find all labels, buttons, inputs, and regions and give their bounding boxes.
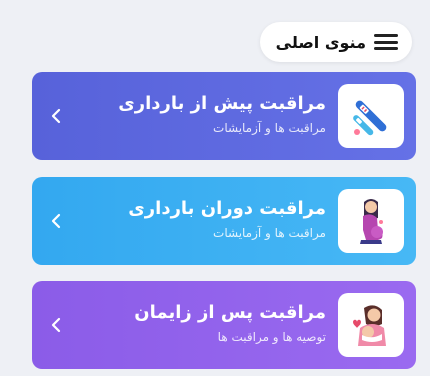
mother-baby-icon [353,305,386,346]
chevron-left-icon [50,211,62,231]
chevron-left-icon [50,106,62,126]
card-subtitle: توصیه ها و مراقبت ها [217,330,326,344]
main-menu-button[interactable]: منوی اصلی [259,22,412,62]
hamburger-menu-icon [374,34,398,50]
card-title: مراقبت دوران بارداری [128,198,326,219]
card-icon-box [338,189,404,253]
card-subtitle: مراقبت ها و آزمایشات [213,226,326,240]
card-postpartum-care[interactable]: مراقبت پس از زایمان توصیه ها و مراقبت ها [32,281,416,369]
card-title: مراقبت پیش از بارداری [118,93,326,114]
card-pregnancy-care[interactable]: مراقبت دوران بارداری مراقبت ها و آزمایشا… [32,177,416,265]
card-subtitle: مراقبت ها و آزمایشات [213,121,326,135]
pregnancy-test-icon [353,100,387,136]
card-icon-box [338,293,404,357]
card-icon-box [338,84,404,148]
chevron-left-icon [50,315,62,335]
pregnant-woman-icon [360,199,383,244]
card-title: مراقبت پس از زایمان [134,302,326,323]
main-menu-label: منوی اصلی [275,32,366,52]
card-pre-pregnancy-care[interactable]: مراقبت پیش از بارداری مراقبت ها و آزمایش… [32,72,416,160]
